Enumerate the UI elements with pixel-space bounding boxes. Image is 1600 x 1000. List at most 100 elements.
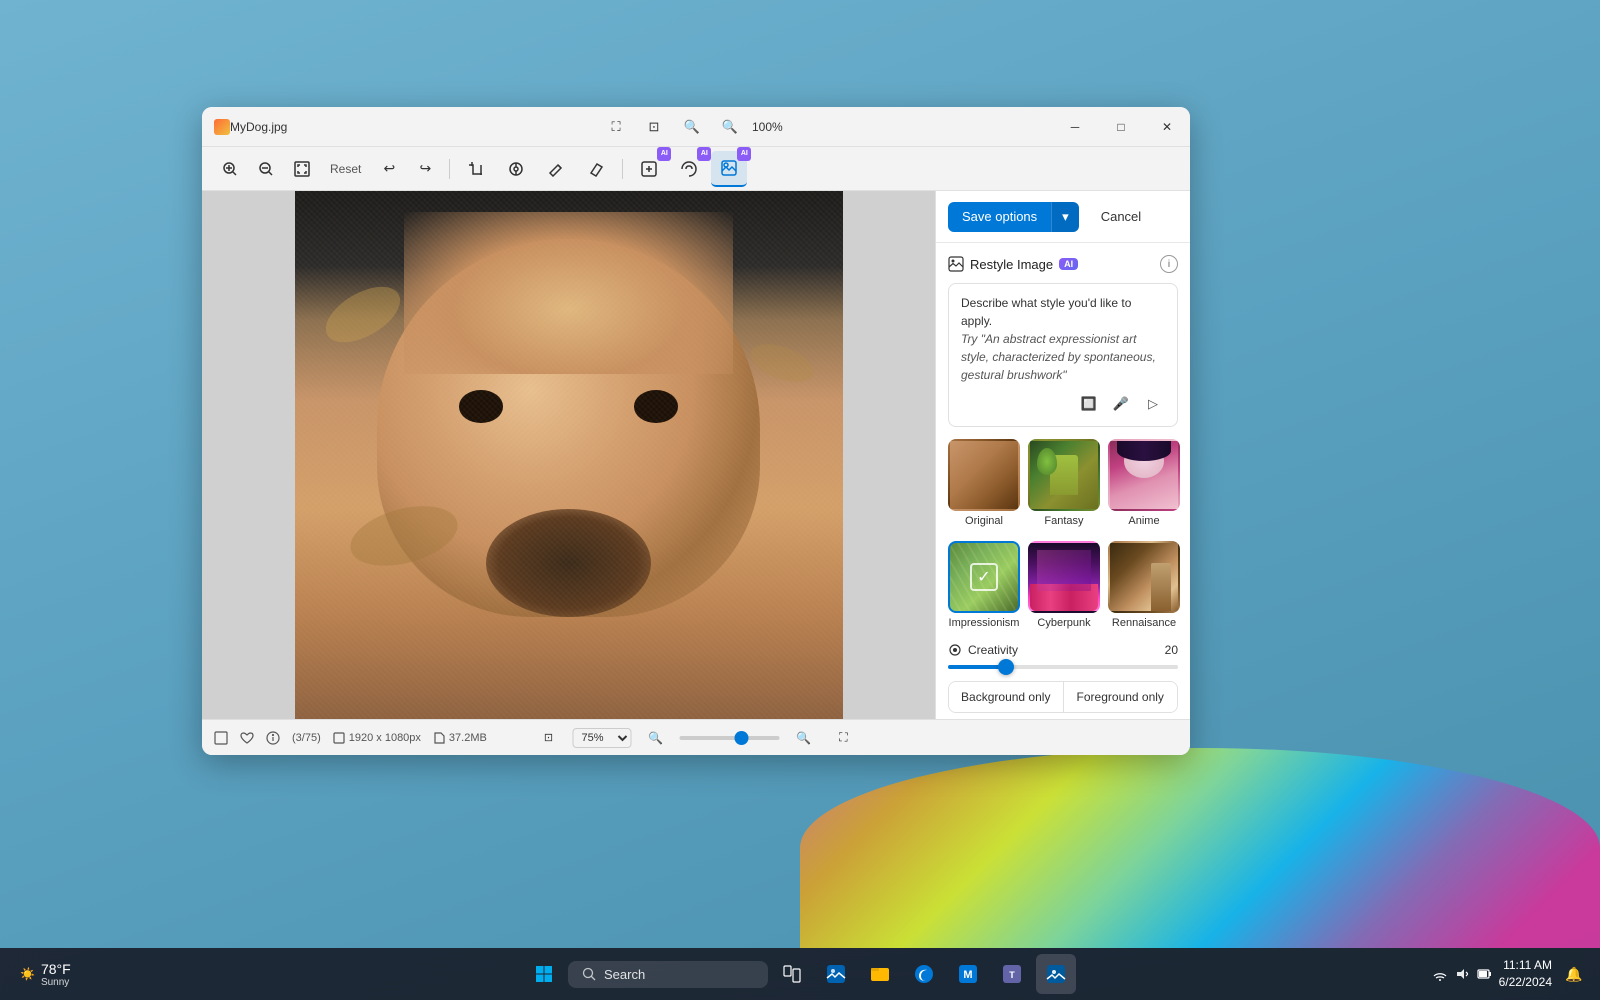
cancel-button[interactable]: Cancel bbox=[1087, 202, 1155, 231]
redo-btn[interactable]: ↪ bbox=[409, 153, 441, 185]
teams-icon: T bbox=[1002, 964, 1022, 984]
title-zoom-in-btn[interactable]: 🔍 bbox=[714, 111, 746, 143]
restyle-image-btn[interactable]: AI bbox=[711, 151, 747, 187]
search-icon bbox=[582, 967, 596, 981]
style-item-anime[interactable]: Anime bbox=[1108, 439, 1180, 527]
restyle-section-header: Restyle Image AI i bbox=[948, 255, 1178, 273]
zoom-slider-thumb[interactable] bbox=[735, 731, 749, 745]
taskbar-app-teams[interactable]: T bbox=[992, 954, 1032, 994]
status-dimensions-icon bbox=[333, 732, 345, 744]
title-view-btn[interactable]: ⊡ bbox=[638, 111, 670, 143]
canvas-area[interactable] bbox=[202, 191, 935, 719]
photos-icon bbox=[826, 964, 846, 984]
task-view-button[interactable] bbox=[772, 954, 812, 994]
crop-btn[interactable] bbox=[458, 151, 494, 187]
style-thumb-impressionism: ✓ bbox=[948, 541, 1020, 613]
title-zoom-level: 100% bbox=[752, 120, 792, 134]
style-item-original[interactable]: Original bbox=[948, 439, 1020, 527]
volume-icon[interactable] bbox=[1455, 967, 1469, 981]
style-item-renaissance[interactable]: Rennaisance bbox=[1108, 541, 1180, 629]
maximize-button[interactable]: □ bbox=[1098, 107, 1144, 147]
toggle-group: Background only Foreground only bbox=[948, 681, 1178, 713]
taskbar-app-explorer[interactable] bbox=[860, 954, 900, 994]
restyle-title-group: Restyle Image AI bbox=[948, 256, 1078, 272]
zoom-in-toolbar-btn[interactable] bbox=[214, 153, 246, 185]
taskbar-app-store[interactable]: M bbox=[948, 954, 988, 994]
style-thumb-renaissance bbox=[1108, 541, 1180, 613]
battery-icon[interactable] bbox=[1477, 967, 1491, 981]
save-options-button[interactable]: Save options ▾ bbox=[948, 202, 1079, 232]
clock[interactable]: 11:11 AM 6/22/2024 bbox=[1499, 957, 1552, 991]
svg-text:M: M bbox=[963, 969, 972, 981]
edge-icon bbox=[914, 964, 934, 984]
desktop-wallpaper-rainbow bbox=[800, 748, 1600, 948]
zoom-out-status-btn[interactable]: 🔍 bbox=[640, 722, 672, 754]
style-item-fantasy[interactable]: Fantasy bbox=[1028, 439, 1100, 527]
style-label-anime: Anime bbox=[1128, 515, 1159, 527]
prompt-emoji-btn[interactable]: 🔲 bbox=[1077, 392, 1101, 416]
style-item-cyberpunk[interactable]: Cyberpunk bbox=[1028, 541, 1100, 629]
taskbar-app-photos-editor[interactable] bbox=[1036, 954, 1076, 994]
search-bar[interactable]: Search bbox=[568, 961, 768, 988]
creativity-label-text: Creativity bbox=[968, 643, 1018, 657]
title-bar: MyDog.jpg ⛶ ⊡ 🔍 🔍 100% ─ □ ✕ bbox=[202, 107, 1190, 147]
creativity-icon bbox=[948, 643, 962, 657]
start-button[interactable] bbox=[524, 954, 564, 994]
network-icon[interactable] bbox=[1433, 967, 1447, 981]
reset-btn[interactable]: Reset bbox=[322, 158, 369, 180]
zoom-fullscreen-btn[interactable]: ⛶ bbox=[828, 722, 860, 754]
undo-btn[interactable]: ↩ bbox=[373, 153, 405, 185]
creativity-header: Creativity 20 bbox=[948, 643, 1178, 657]
prompt-send-btn[interactable]: ▷ bbox=[1141, 392, 1165, 416]
weather-temperature: 78°F bbox=[41, 961, 71, 977]
taskbar-left: ☀️ 78°F Sunny bbox=[12, 957, 79, 992]
adjust-btn[interactable] bbox=[498, 151, 534, 187]
draw-btn[interactable] bbox=[538, 151, 574, 187]
title-zoom-out-btn[interactable]: 🔍 bbox=[676, 111, 708, 143]
restyle-ai-badge: AI bbox=[737, 147, 751, 161]
erase-btn[interactable] bbox=[578, 151, 614, 187]
info-button[interactable]: i bbox=[1160, 255, 1178, 273]
status-zoom-mode-btn[interactable]: ⊡ bbox=[533, 722, 565, 754]
generative-fill-btn[interactable]: AI bbox=[671, 151, 707, 187]
image-canvas bbox=[295, 191, 843, 719]
status-bar: (3/75) 1920 x 1080px 37.2MB ⊡ 75% 50% 10… bbox=[202, 719, 1190, 755]
task-view-icon bbox=[783, 965, 801, 983]
svg-text:T: T bbox=[1009, 970, 1015, 980]
minimize-button[interactable]: ─ bbox=[1052, 107, 1098, 147]
creativity-slider[interactable] bbox=[948, 665, 1178, 669]
status-info-btn[interactable] bbox=[266, 731, 280, 745]
creativity-slider-thumb[interactable] bbox=[998, 659, 1014, 675]
title-zoom-fit-btn[interactable]: ⛶ bbox=[600, 111, 632, 143]
close-button[interactable]: ✕ bbox=[1144, 107, 1190, 147]
window-title: MyDog.jpg bbox=[230, 120, 287, 134]
status-view-btn[interactable] bbox=[214, 731, 228, 745]
style-label-fantasy: Fantasy bbox=[1044, 515, 1083, 527]
background-only-btn[interactable]: Background only bbox=[949, 682, 1064, 712]
prompt-mic-btn[interactable]: 🎤 bbox=[1109, 392, 1133, 416]
system-tray bbox=[1433, 967, 1491, 981]
notification-btn[interactable]: 🔔 bbox=[1560, 960, 1588, 988]
taskbar-app-photos[interactable] bbox=[816, 954, 856, 994]
zoom-slider[interactable] bbox=[680, 736, 780, 740]
dog-image bbox=[295, 191, 843, 719]
generative-erase-btn[interactable]: AI bbox=[631, 151, 667, 187]
fit-view-btn[interactable] bbox=[286, 153, 318, 185]
weather-widget[interactable]: ☀️ 78°F Sunny bbox=[12, 957, 79, 992]
taskbar-app-edge[interactable] bbox=[904, 954, 944, 994]
app-icon bbox=[214, 119, 230, 135]
weather-icon: ☀️ bbox=[20, 967, 35, 981]
style-item-impressionism[interactable]: ✓ Impressionism bbox=[948, 541, 1020, 629]
zoom-select[interactable]: 75% 50% 100% 125% bbox=[573, 728, 632, 748]
style-grid-top: Original Fantasy bbox=[948, 439, 1178, 527]
prompt-hint-text: Describe what style you'd like to apply.… bbox=[961, 294, 1165, 384]
prompt-input-area[interactable]: Describe what style you'd like to apply.… bbox=[948, 283, 1178, 427]
status-dimensions: 1920 x 1080px bbox=[333, 732, 421, 744]
right-panel: Save options ▾ Cancel Restyle Image bbox=[935, 191, 1190, 719]
status-favorite-btn[interactable] bbox=[240, 731, 254, 745]
zoom-out-toolbar-btn[interactable] bbox=[250, 153, 282, 185]
zoom-in-status-btn[interactable]: 🔍 bbox=[788, 722, 820, 754]
store-icon: M bbox=[958, 964, 978, 984]
foreground-only-btn[interactable]: Foreground only bbox=[1064, 682, 1178, 712]
prompt-action-buttons: 🔲 🎤 ▷ bbox=[961, 392, 1165, 416]
